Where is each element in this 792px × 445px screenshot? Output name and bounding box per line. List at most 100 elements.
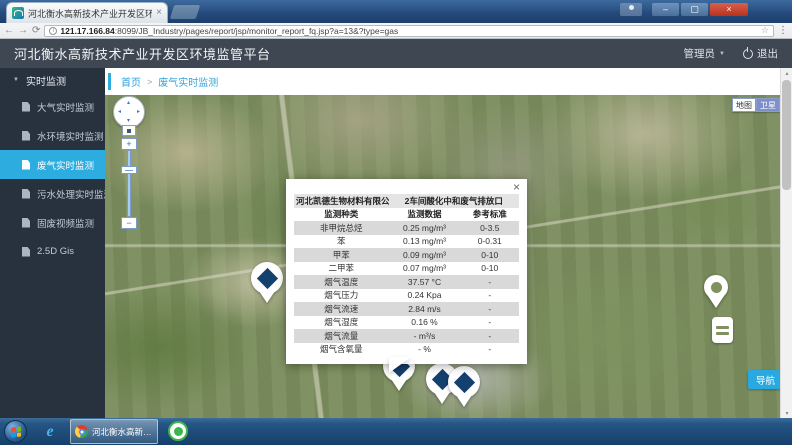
doc-bar: [716, 326, 729, 329]
sidebar-item-gis[interactable]: 2.5D Gis: [0, 237, 105, 266]
user-label: 管理员: [684, 46, 716, 61]
url-input[interactable]: i 121.17.166.84:8099/JB_Industry/pages/r…: [44, 25, 774, 37]
window-close-button[interactable]: ×: [710, 3, 748, 16]
sidebar-item-label: 废气实时监测: [37, 158, 94, 172]
table-columns-row: 监测种类 监测数据 参考标准: [294, 208, 519, 222]
map-type-satellite-button[interactable]: 卫星: [756, 98, 780, 112]
page-title: 河北衡水高新技术产业开发区环境监管平台: [14, 44, 271, 63]
table-cell: 0-10: [461, 248, 520, 262]
table-cell: 2.84 m/s: [389, 302, 461, 316]
table-row: 苯0.13 mg/m³0-0.31: [294, 235, 519, 249]
table-row: 烟气流速2.84 m/s-: [294, 302, 519, 316]
popup-close-icon[interactable]: ×: [513, 181, 520, 193]
sidebar-group-realtime[interactable]: ▼ 实时监测: [0, 68, 105, 92]
breadcrumb-separator: >: [147, 77, 152, 87]
sidebar-item-atmosphere[interactable]: 大气实时监测: [0, 92, 105, 121]
tab-close-icon[interactable]: ×: [156, 8, 162, 18]
table-cell: -: [461, 343, 520, 357]
table-cell: - m³/s: [389, 329, 461, 343]
window-maximize-button[interactable]: ▢: [681, 3, 708, 16]
chevron-down-icon: ▼: [719, 51, 725, 57]
user-menu[interactable]: 管理员 ▼: [684, 46, 725, 61]
tab-favicon-icon: [12, 7, 24, 19]
diamond-icon: [256, 267, 277, 288]
table-cell: -: [461, 275, 520, 289]
browser-tabstrip: 河北衡水高新技术产业开发区环境监管平台 × – ▢ ×: [0, 0, 792, 23]
breadcrumb-current: 废气实时监测: [158, 74, 218, 89]
table-cell: 0-10: [461, 262, 520, 276]
marker-pin-left[interactable]: [251, 262, 283, 303]
table-cell: -: [461, 329, 520, 343]
logout-button[interactable]: 退出: [743, 46, 778, 61]
map-pan-control[interactable]: ▴ ▾ ◂ ▸: [113, 96, 145, 128]
table-cell: 37.57 °C: [389, 275, 461, 289]
map-canvas[interactable]: ▴ ▾ ◂ ▸ + − 地图 卫星: [105, 95, 780, 418]
table-row: 烟气湿度0.16 %-: [294, 316, 519, 330]
pan-down-icon[interactable]: ▾: [127, 118, 130, 124]
chrome-logo-icon: [75, 425, 88, 438]
browser-tab[interactable]: 河北衡水高新技术产业开发区环境监管平台 ×: [6, 2, 168, 23]
table-cell: 烟气湿度: [294, 316, 389, 330]
pan-up-icon[interactable]: ▴: [127, 100, 130, 106]
start-button[interactable]: [4, 420, 27, 443]
document-icon: [22, 131, 30, 141]
windows-logo-icon: [11, 426, 21, 437]
ie-taskbar-icon[interactable]: e: [38, 421, 62, 442]
url-text: 121.17.166.84:8099/JB_Industry/pages/rep…: [60, 26, 758, 36]
monitor-table: 河北凯德生物材料有限公司 2车间酸化中和废气排放口 监测种类 监测数据 参考标准…: [294, 194, 519, 356]
marker-pin-4[interactable]: [448, 366, 480, 407]
scroll-up-icon[interactable]: ▴: [781, 68, 792, 78]
map-type-map-button[interactable]: 地图: [732, 98, 756, 112]
refresh-icon[interactable]: ⟳: [32, 26, 40, 36]
sidebar-item-label: 固废视频监测: [37, 216, 94, 230]
marker-circle-pin[interactable]: [704, 275, 728, 308]
sidebar-item-water[interactable]: 水环境实时监测: [0, 121, 105, 150]
table-cell: -: [461, 316, 520, 330]
page-scrollbar[interactable]: ▴ ▾: [780, 68, 792, 418]
sidebar-item-waste-gas[interactable]: 废气实时监测: [0, 150, 105, 179]
pan-right-icon[interactable]: ▸: [137, 109, 140, 115]
table-cell: 二甲苯: [294, 262, 389, 276]
document-icon: [22, 189, 30, 199]
zoom-out-button[interactable]: −: [121, 217, 137, 229]
table-cell: 0.25 mg/m³: [389, 221, 461, 235]
browser-menu-icon[interactable]: ⋮: [778, 26, 788, 36]
company-name: 河北凯德生物材料有限公司: [294, 194, 389, 208]
table-cell: 烟气温度: [294, 275, 389, 289]
breadcrumb-home-link[interactable]: 首页: [121, 74, 141, 89]
scroll-down-icon[interactable]: ▾: [781, 408, 792, 418]
tab-title: 河北衡水高新技术产业开发区环境监管平台: [28, 7, 152, 20]
sidebar-item-solid-waste[interactable]: 固废视频监测: [0, 208, 105, 237]
table-cell: -: [461, 289, 520, 303]
table-cell: 烟气流量: [294, 329, 389, 343]
pan-left-icon[interactable]: ◂: [118, 109, 121, 115]
zoom-slider-track[interactable]: [127, 150, 131, 217]
new-tab-button[interactable]: [170, 5, 201, 19]
chrome-window-label: 河北衡水高新技术产业开发区环境监管平台: [92, 426, 153, 438]
table-row: 二甲苯0.07 mg/m³0-10: [294, 262, 519, 276]
marker-document-icon[interactable]: [712, 317, 733, 343]
scrollbar-thumb[interactable]: [782, 80, 791, 190]
ring-icon: [711, 282, 722, 293]
caret-down-icon: ▼: [13, 77, 19, 83]
navigate-button[interactable]: 导航: [748, 370, 780, 389]
window-minimize-button[interactable]: –: [652, 3, 679, 16]
sidebar-item-sewage[interactable]: 污水处理实时监测: [0, 179, 105, 208]
table-cell: 非甲烷总烃: [294, 221, 389, 235]
document-icon: [22, 160, 30, 170]
page-info-icon[interactable]: i: [49, 27, 57, 35]
taskbar: e 河北衡水高新技术产业开发区环境监管平台 CK 46 17:04 2018/7…: [0, 418, 792, 445]
forward-icon[interactable]: →: [18, 26, 28, 36]
profile-icon[interactable]: [620, 3, 642, 16]
url-ip: 121.17.166.84: [60, 26, 114, 36]
map-locate-button[interactable]: [122, 125, 136, 136]
back-icon[interactable]: ←: [4, 26, 14, 36]
bookmark-star-icon[interactable]: ☆: [761, 25, 769, 36]
chrome-taskbar-button[interactable]: 河北衡水高新技术产业开发区环境监管平台: [70, 419, 158, 444]
power-icon: [743, 49, 753, 59]
antivirus-taskbar-icon[interactable]: [168, 421, 188, 441]
zoom-in-button[interactable]: +: [121, 138, 137, 150]
column-header: 监测种类: [294, 208, 389, 222]
table-cell: 0.09 mg/m³: [389, 248, 461, 262]
zoom-slider-handle[interactable]: [121, 166, 137, 174]
